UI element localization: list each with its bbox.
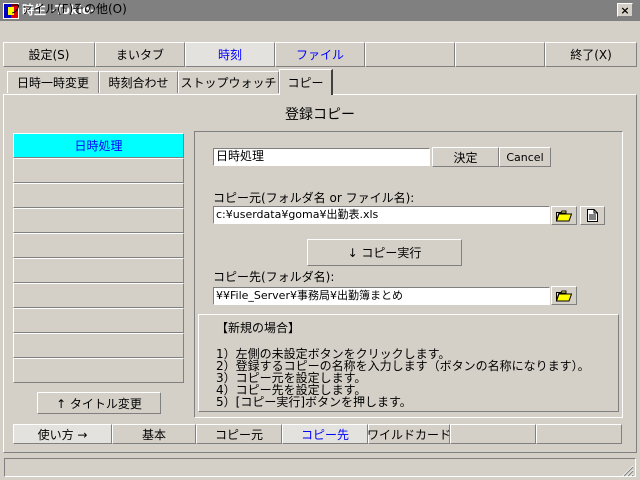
ok-button[interactable]: 決定 — [432, 147, 499, 167]
menu-other[interactable]: その他(O) — [72, 2, 127, 17]
help-title: 【新規の場合】 — [216, 321, 301, 335]
destination-label: コピー先(フォルダ名): — [213, 270, 335, 284]
toolbar-empty-button-1[interactable] — [365, 42, 455, 67]
slot-button-4[interactable] — [13, 208, 184, 233]
help-tab-source[interactable]: コピー元 — [196, 424, 282, 444]
slot-button-1[interactable]: 日時処理 — [13, 133, 184, 158]
file-button[interactable]: ファイル — [275, 42, 365, 67]
mytab-button[interactable]: まいタブ — [95, 42, 185, 67]
destination-path-input[interactable]: ¥¥File_Server¥事務局¥出勤簿まとめ — [213, 287, 550, 305]
help-tab-howto[interactable]: 使い方 → — [13, 424, 112, 444]
destination-browse-button[interactable] — [551, 286, 577, 305]
tab-datetime-change[interactable]: 日時一時変更 — [7, 71, 99, 93]
folder-open-icon — [556, 290, 572, 301]
status-bar — [4, 458, 636, 477]
slot-button-7[interactable] — [13, 283, 184, 308]
exit-button[interactable]: 終了(X) — [545, 42, 637, 67]
document-icon — [587, 209, 598, 222]
run-copy-button[interactable]: ↓ コピー実行 — [307, 239, 462, 266]
source-label: コピー元(フォルダ名 or ファイル名): — [213, 191, 415, 205]
slot-button-8[interactable] — [13, 308, 184, 333]
help-tab-basic[interactable]: 基本 — [112, 424, 196, 444]
source-file-button[interactable] — [580, 206, 605, 225]
rename-title-button[interactable]: ↑ タイトル変更 — [37, 392, 161, 414]
slot-button-10[interactable] — [13, 358, 184, 383]
tab-stopwatch[interactable]: ストップウォッチ — [178, 71, 279, 93]
copy-name-input[interactable]: 日時処理 — [213, 148, 430, 166]
settings-button[interactable]: 設定(S) — [3, 42, 95, 67]
slot-button-2[interactable] — [13, 158, 184, 183]
slot-button-3[interactable] — [13, 183, 184, 208]
slot-button-6[interactable] — [13, 258, 184, 283]
help-tab-destination[interactable]: コピー先 — [282, 424, 368, 444]
help-tab-wildcard[interactable]: ワイルドカード — [367, 424, 451, 444]
help-tab-empty-1[interactable] — [450, 424, 536, 444]
menu-file[interactable]: ファイル(F) — [9, 2, 73, 17]
time-button[interactable]: 時刻 — [185, 42, 275, 67]
slot-button-9[interactable] — [13, 333, 184, 358]
tab-copy[interactable]: コピー — [279, 69, 333, 95]
resize-grip-icon[interactable] — [622, 465, 634, 477]
source-browse-button[interactable] — [551, 206, 577, 225]
help-tab-empty-2[interactable] — [536, 424, 622, 444]
menu-bar — [0, 21, 640, 40]
slot-button-5[interactable] — [13, 233, 184, 258]
close-button[interactable]: × — [617, 3, 633, 17]
help-line-5: 5）[コピー実行]ボタンを押します。 — [216, 395, 412, 409]
cancel-button[interactable]: Cancel — [499, 147, 551, 167]
section-title: 登録コピー — [285, 107, 355, 123]
folder-open-icon — [556, 210, 572, 221]
toolbar-empty-button-2[interactable] — [455, 42, 545, 67]
tab-time-sync[interactable]: 時刻合わせ — [99, 71, 178, 93]
source-path-input[interactable]: c:¥userdata¥goma¥出勤表.xls — [213, 206, 550, 224]
